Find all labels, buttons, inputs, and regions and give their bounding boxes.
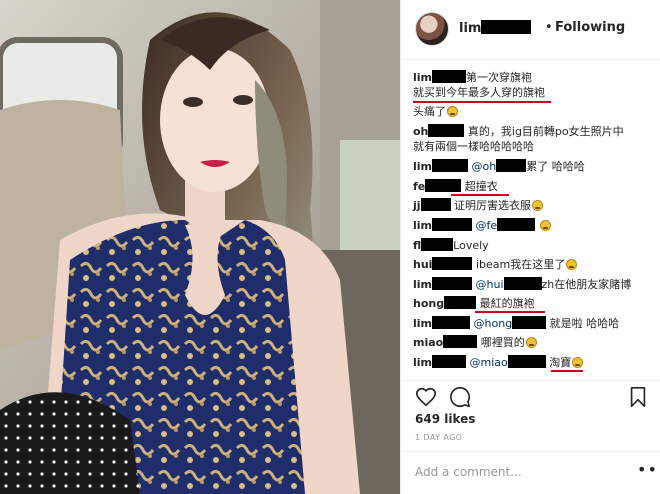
redacted-block bbox=[496, 159, 527, 172]
comment-row: lim @hui zh在他朋友家賭博 bbox=[413, 277, 631, 292]
comment-username[interactable]: oh bbox=[413, 125, 428, 138]
comment-row: lim @oh 累了 哈哈哈 bbox=[413, 159, 585, 174]
comment-text: 最紅的旗袍 bbox=[479, 297, 535, 310]
selfie-image bbox=[0, 0, 400, 494]
add-comment-input[interactable] bbox=[415, 463, 645, 481]
comment-username[interactable]: miao bbox=[413, 336, 443, 349]
highlight-underline bbox=[475, 311, 545, 313]
comment-username[interactable]: fe bbox=[413, 180, 425, 193]
post-photo[interactable] bbox=[0, 0, 400, 494]
comment-text: Lovely bbox=[453, 239, 489, 252]
comment-text: 哪裡買的 bbox=[480, 336, 525, 349]
comment-text: 头痛了 bbox=[413, 105, 446, 118]
avatar[interactable] bbox=[415, 12, 449, 46]
redacted-block bbox=[432, 316, 471, 329]
comment-row: lim @miao 淘寶 bbox=[413, 355, 584, 370]
comment-mention[interactable]: @hui bbox=[476, 278, 504, 291]
more-options-icon[interactable]: ••• bbox=[637, 460, 660, 479]
comment-username[interactable]: lim bbox=[413, 317, 432, 330]
comment-mention[interactable]: @hong bbox=[474, 317, 513, 330]
emoji-icon bbox=[525, 337, 537, 348]
comment-text: 就买到今年最多人穿的旗袍 bbox=[413, 86, 545, 99]
comment-row: oh 真的，我ig目前轉po女生照片中 bbox=[413, 124, 624, 139]
comment-text: 超撞衣 bbox=[464, 180, 498, 193]
redacted-block bbox=[432, 257, 473, 270]
heart-icon[interactable] bbox=[415, 386, 437, 408]
highlight-underline bbox=[451, 194, 509, 196]
comment-text: 真的，我ig目前轉po女生照片中 bbox=[467, 125, 624, 138]
redacted-block bbox=[432, 218, 473, 231]
comment-row: lim @hong 就是啦 哈哈哈 bbox=[413, 316, 619, 331]
comment-row: lim 第一次穿旗袍 bbox=[413, 70, 532, 85]
comment-username[interactable]: fl bbox=[413, 239, 421, 252]
comment-row: fl Lovely bbox=[413, 238, 489, 253]
comment-row: hui ibeam我在这里了 bbox=[413, 257, 578, 272]
redacted-block bbox=[512, 316, 547, 329]
redacted-block bbox=[443, 335, 478, 348]
comment-text: 第一次穿旗袍 bbox=[466, 71, 533, 84]
username-text: lim bbox=[459, 21, 482, 36]
following-button[interactable]: Following bbox=[555, 20, 625, 35]
comment-row: hong 最紅的旗袍 bbox=[413, 296, 535, 311]
comment-mention[interactable]: @fe bbox=[476, 219, 498, 232]
emoji-icon bbox=[532, 200, 544, 211]
comment-username[interactable]: lim bbox=[413, 71, 432, 84]
comment-username[interactable]: hong bbox=[413, 297, 444, 310]
highlight-underline bbox=[551, 370, 583, 372]
comment-username[interactable]: hui bbox=[413, 258, 432, 271]
comment-row: miao 哪裡買的 bbox=[413, 335, 537, 350]
redacted-block bbox=[432, 355, 467, 368]
post-header: lim • Following bbox=[401, 0, 660, 60]
redacted-block bbox=[497, 218, 536, 231]
bookmark-icon[interactable] bbox=[627, 386, 649, 408]
redacted-block bbox=[432, 70, 467, 83]
comment-row: lim @fe bbox=[413, 218, 551, 233]
redacted-block bbox=[444, 296, 477, 309]
emoji-icon bbox=[539, 220, 551, 231]
comment-row: jj 证明厉害选衣服 bbox=[413, 198, 544, 213]
comment-icon[interactable] bbox=[449, 386, 471, 408]
highlight-underline bbox=[413, 101, 551, 103]
redacted-block bbox=[420, 198, 451, 211]
comment-username[interactable]: lim bbox=[413, 219, 432, 232]
comment-username[interactable]: lim bbox=[413, 356, 432, 369]
emoji-icon bbox=[447, 106, 458, 117]
redacted-block bbox=[503, 277, 542, 290]
comment-row: 就有兩個一樣哈哈哈哈哈 bbox=[413, 139, 534, 154]
redacted-block bbox=[481, 20, 532, 34]
post-side-panel: lim • Following lim 第一次穿旗袍 就买到今年最多人穿的旗袍 头… bbox=[400, 0, 660, 494]
comment-mention[interactable]: @miao bbox=[470, 356, 508, 369]
separator-dot: • bbox=[545, 20, 553, 35]
redacted-block bbox=[432, 159, 469, 172]
comment-row: fe 超撞衣 bbox=[413, 179, 498, 194]
redacted-block bbox=[421, 238, 454, 251]
redacted-block bbox=[507, 355, 546, 368]
comment-row: 头痛了 bbox=[413, 104, 458, 119]
comment-text: 就是啦 哈哈哈 bbox=[549, 317, 620, 330]
comment-text: 淘寶 bbox=[549, 356, 572, 369]
comment-username[interactable]: lim bbox=[413, 160, 432, 173]
username-link[interactable]: lim bbox=[459, 20, 532, 36]
emoji-icon bbox=[566, 259, 578, 270]
comment-username[interactable]: lim bbox=[413, 278, 432, 291]
comment-username[interactable]: jj bbox=[413, 199, 421, 212]
divider bbox=[401, 380, 660, 381]
redacted-block bbox=[432, 277, 473, 290]
comment-text: zh在他朋友家賭博 bbox=[541, 278, 632, 291]
redacted-block bbox=[428, 124, 465, 137]
comment-row: 就买到今年最多人穿的旗袍 bbox=[413, 85, 545, 100]
emoji-icon bbox=[572, 357, 584, 368]
comment-mention[interactable]: @oh bbox=[472, 160, 497, 173]
comment-text: 累了 哈哈哈 bbox=[526, 160, 585, 173]
post-timestamp: 1 DAY AGO bbox=[415, 433, 463, 442]
likes-count[interactable]: 649 likes bbox=[415, 412, 475, 426]
comment-text: 就有兩個一樣哈哈哈哈哈 bbox=[413, 140, 534, 153]
action-bar bbox=[413, 386, 649, 410]
divider bbox=[401, 451, 660, 452]
comment-text: 证明厉害选衣服 bbox=[454, 199, 532, 212]
redacted-block bbox=[425, 179, 462, 192]
comment-text: ibeam我在这里了 bbox=[475, 258, 566, 271]
